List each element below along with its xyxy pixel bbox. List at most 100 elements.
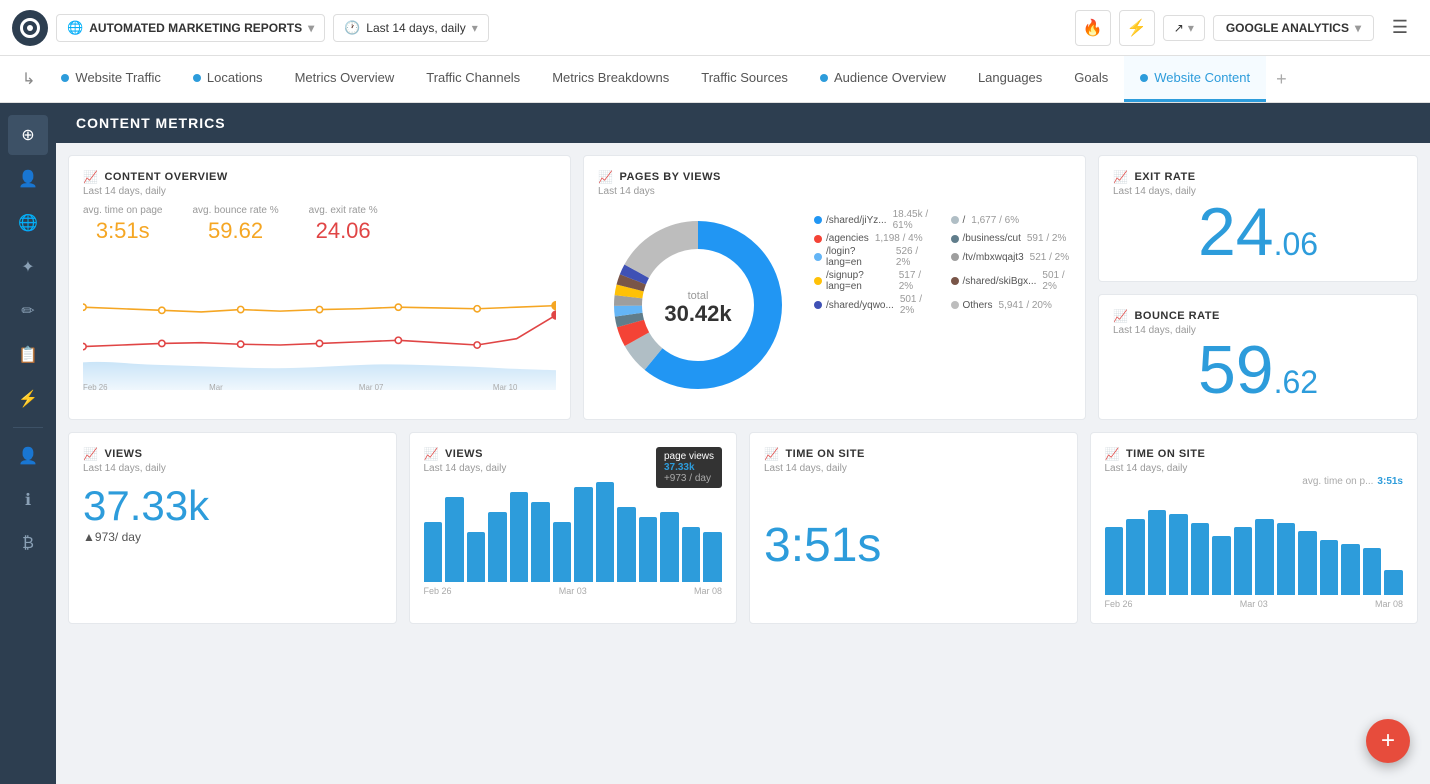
avg-exit-metric: avg. exit rate % 24.06 — [309, 205, 378, 244]
tab-label: Metrics Breakdowns — [552, 70, 669, 85]
sidebar-item-reports[interactable]: 📋 — [8, 335, 48, 375]
date-range-selector[interactable]: 🕐 Last 14 days, daily ▾ — [333, 14, 489, 42]
sidebar-item-profile[interactable]: 👤 — [8, 436, 48, 476]
dp-end-red — [552, 311, 556, 319]
trend-icon: 📈 — [83, 447, 98, 461]
bar-item — [617, 507, 636, 582]
views-arrow: ▲ — [83, 530, 95, 544]
globe-icon: 🌐 — [67, 20, 83, 36]
vbar-title: VIEWS — [445, 448, 483, 460]
legend-dot — [951, 301, 959, 309]
fab-button[interactable]: + — [1366, 719, 1410, 763]
time-big-value: 3:51s — [764, 482, 1063, 609]
tab-audience-overview[interactable]: Audience Overview — [804, 56, 962, 102]
bounce-rate-main: 59 — [1198, 336, 1274, 404]
sidebar-item-flash[interactable]: ⚡ — [8, 379, 48, 419]
tab-traffic-channels[interactable]: Traffic Channels — [410, 56, 536, 102]
legend-label: /shared/yqwo... — [826, 300, 894, 311]
tab-label: Languages — [978, 70, 1042, 85]
crypto-icon: ₿ — [22, 535, 34, 553]
sidebar-item-edit[interactable]: ✏ — [8, 291, 48, 331]
avg-bounce-value: 59.62 — [193, 218, 279, 244]
bar-item — [1126, 519, 1145, 596]
content-header-title: CONTENT METRICS — [76, 115, 226, 131]
tab-back-btn[interactable]: ↳ — [12, 56, 45, 102]
add-icon: + — [1276, 69, 1287, 90]
share-button[interactable]: ↗ ▾ — [1163, 15, 1205, 41]
main-content: CONTENT METRICS 📈 CONTENT OVERVIEW Last … — [56, 103, 1430, 784]
legend-item: /signup?lang=en 517 / 2% — [814, 270, 935, 292]
sidebar-item-analytics[interactable]: ✦ — [8, 247, 48, 287]
users-icon: 👤 — [18, 169, 38, 189]
tab-label: Locations — [207, 70, 263, 85]
tab-add-btn[interactable]: + — [1266, 56, 1297, 102]
legend-label: /tv/mbxwqajt3 — [963, 252, 1024, 263]
layout: ⊕ 👤 🌐 ✦ ✏ 📋 ⚡ 👤 ℹ ₿ C — [0, 103, 1430, 784]
legend-num: 517 / 2% — [899, 270, 935, 292]
bolt-icon-btn[interactable]: ⚡ — [1119, 10, 1155, 46]
bolt-icon: ⚡ — [1127, 18, 1147, 38]
legend-dot — [951, 277, 959, 285]
legend-label: /login?lang=en — [826, 246, 890, 268]
tab-website-traffic[interactable]: Website Traffic — [45, 56, 177, 102]
bar-item — [1320, 540, 1339, 595]
flash-icon: ⚡ — [18, 389, 38, 409]
tab-locations[interactable]: Locations — [177, 56, 279, 102]
sidebar-item-info[interactable]: ℹ — [8, 480, 48, 520]
exit-rate-main: 24 — [1198, 198, 1274, 266]
row1: 📈 CONTENT OVERVIEW Last 14 days, daily a… — [68, 155, 1418, 420]
legend-num: 1,198 / 4% — [875, 233, 923, 244]
bar-item — [531, 502, 550, 582]
exit-rate-card: 📈 EXIT RATE Last 14 days, daily 24 .06 — [1098, 155, 1418, 282]
tab-metrics-breakdowns[interactable]: Metrics Breakdowns — [536, 56, 685, 102]
dp — [395, 337, 401, 343]
dp — [238, 341, 244, 347]
date-label: Mar 08 — [1375, 599, 1403, 609]
tab-label: Website Content — [1154, 70, 1250, 85]
avg-bounce-label: avg. bounce rate % — [193, 205, 279, 216]
bar-item — [1191, 523, 1210, 595]
legend-label: /agencies — [826, 233, 869, 244]
legend-label: /shared/jiYz... — [826, 215, 887, 226]
ga-selector[interactable]: GOOGLE ANALYTICS ▾ — [1213, 15, 1374, 41]
tab-languages[interactable]: Languages — [962, 56, 1058, 102]
bar-item — [1105, 527, 1124, 595]
tab-metrics-overview[interactable]: Metrics Overview — [279, 56, 411, 102]
tab-label: Website Traffic — [75, 70, 161, 85]
line-chart-svg: Feb 26 Mar Mar 07 Mar 10 — [83, 252, 556, 394]
fire-icon-btn[interactable]: 🔥 — [1075, 10, 1111, 46]
sidebar-item-crypto[interactable]: ₿ — [8, 524, 48, 564]
tooltip-label: page views — [664, 451, 714, 462]
analytics-icon: ✦ — [21, 257, 34, 277]
date-dropdown-icon: ▾ — [472, 21, 478, 35]
er-title: EXIT RATE — [1134, 171, 1195, 183]
x-label: Feb 26 — [83, 383, 108, 392]
legend-num: 5,941 / 20% — [999, 300, 1052, 311]
avg-time-value: 3:51s — [83, 218, 163, 244]
right-col: 📈 EXIT RATE Last 14 days, daily 24 .06 — [1098, 155, 1418, 420]
date-label: Mar 08 — [694, 586, 722, 596]
views-big-card: 📈 VIEWS Last 14 days, daily 37.33k ▲973/… — [68, 432, 397, 624]
legend-dot — [951, 216, 959, 224]
tab-dot — [820, 74, 828, 82]
legend-item: /tv/mbxwqajt3 521 / 2% — [951, 246, 1072, 268]
sidebar-item-globe[interactable]: 🌐 — [8, 203, 48, 243]
tob-subtitle: Last 14 days, daily — [764, 463, 1063, 474]
trend-icon: 📈 — [1113, 309, 1128, 323]
x-label: Mar — [209, 383, 223, 392]
trend-icon: 📈 — [598, 170, 613, 184]
hamburger-menu[interactable]: ☰ — [1382, 10, 1418, 46]
tab-website-content[interactable]: Website Content — [1124, 56, 1266, 102]
pages-by-views-card: 📈 PAGES BY VIEWS Last 14 days — [583, 155, 1086, 420]
card-title: 📈 EXIT RATE — [1113, 170, 1403, 184]
report-selector[interactable]: 🌐 AUTOMATED MARKETING REPORTS ▾ — [56, 14, 325, 42]
bar-item — [1277, 523, 1296, 595]
sidebar-item-users[interactable]: 👤 — [8, 159, 48, 199]
sidebar-item-home[interactable]: ⊕ — [8, 115, 48, 155]
tab-goals[interactable]: Goals — [1058, 56, 1124, 102]
tab-traffic-sources[interactable]: Traffic Sources — [685, 56, 804, 102]
logo[interactable] — [12, 10, 48, 46]
clock-icon: 🕐 — [344, 20, 360, 36]
bounce-rate-metric: 59 .62 — [1113, 336, 1403, 406]
bar-item — [1212, 536, 1231, 596]
